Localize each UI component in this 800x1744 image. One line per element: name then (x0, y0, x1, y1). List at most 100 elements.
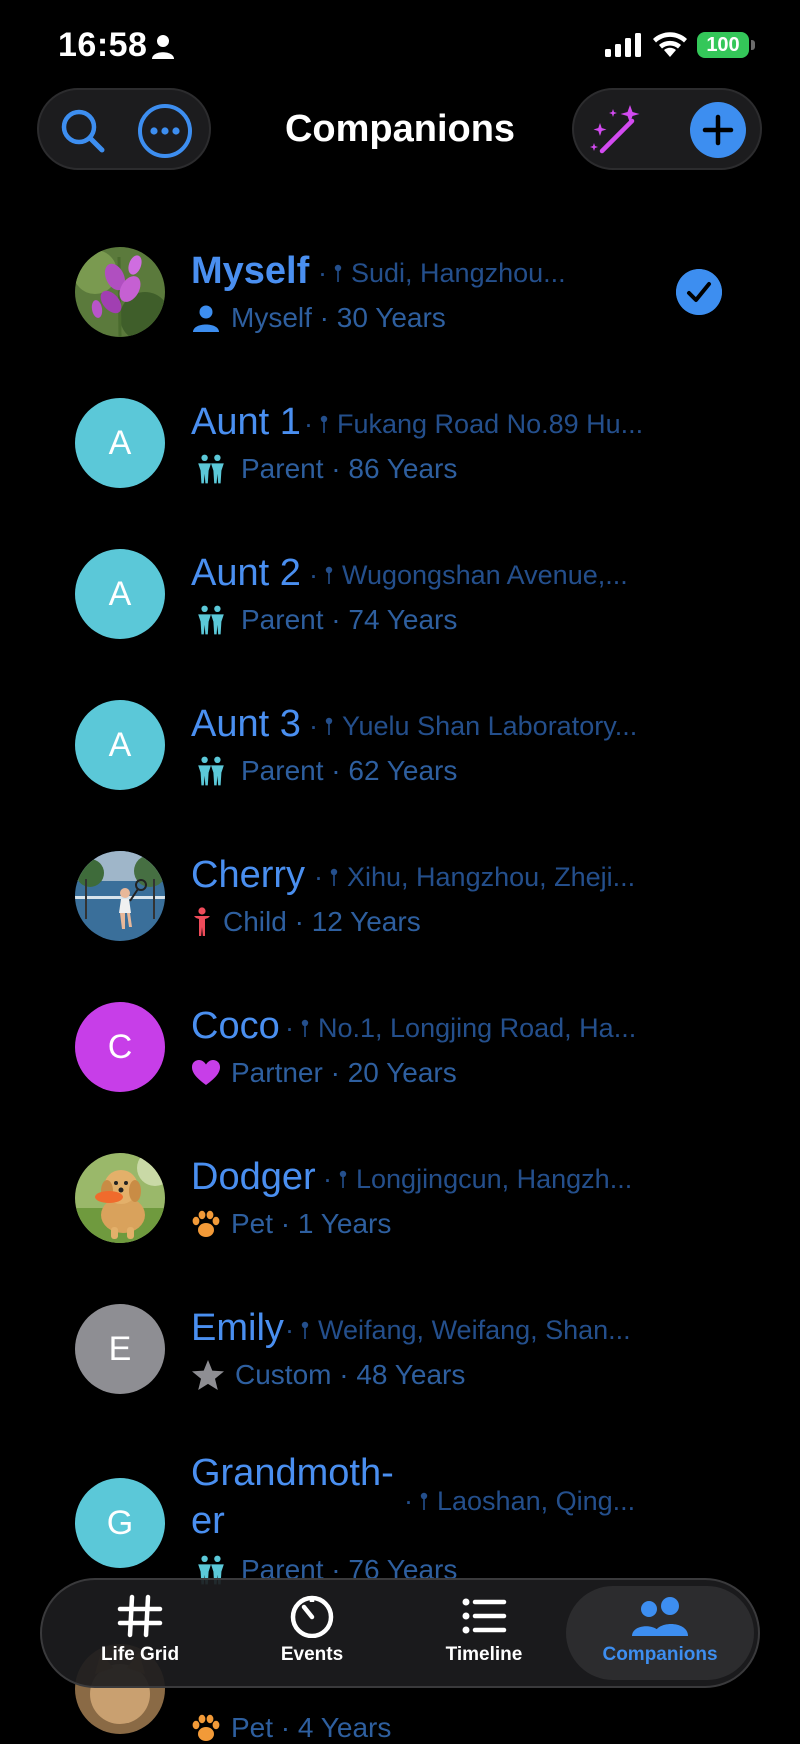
relation-label: Custom (235, 1359, 332, 1390)
avatar-initial: C (75, 1002, 165, 1092)
companion-relation: Pet · 4 Years (191, 1712, 391, 1744)
age-label: 1 Years (297, 1208, 392, 1239)
separator: · (323, 604, 349, 635)
location-text: Laoshan, Qing... (437, 1486, 636, 1516)
tab-timeline[interactable]: Timeline (398, 1586, 570, 1680)
location-text: Weifang, Weifang, Shan... (318, 1315, 631, 1345)
paw-icon (192, 1714, 220, 1741)
companion-row[interactable]: G Grandmoth- er · Laoshan, Qing... Parent… (0, 1424, 800, 1585)
companion-location: · Yuelu Shan Laboratory... (309, 711, 638, 741)
star-icon (192, 1360, 224, 1390)
avatar-initial: A (75, 549, 165, 639)
companion-list: Myself · Sudi, Hangzhou... Myself · 30 Ye… (0, 0, 800, 1743)
companion-location: · Xihu, Hangzhou, Zheji... (314, 862, 636, 892)
tab-life-grid[interactable]: Life Grid (54, 1586, 226, 1680)
companion-location: · Laoshan, Qing... (404, 1486, 636, 1516)
companion-location: · Fukang Road No.89 Hu... (304, 409, 644, 439)
age-label: 62 Years (348, 755, 458, 786)
separator: · (331, 1359, 357, 1390)
companion-name: Coco (191, 1005, 280, 1047)
relation-label: Parent (241, 755, 324, 786)
companion-location: · Weifang, Weifang, Shan... (285, 1315, 631, 1345)
tab-label: Life Grid (100, 1644, 180, 1665)
relation-label: Pet (231, 1208, 274, 1239)
companion-row[interactable]: E Emily · Weifang, Weifang, Shan... Custo… (0, 1273, 800, 1423)
companion-relation: Custom · 48 Years (191, 1359, 465, 1391)
child-icon (194, 907, 210, 936)
avatar-initial: E (75, 1304, 165, 1394)
age-label: 20 Years (347, 1057, 457, 1088)
companion-location: · Sudi, Hangzhou... (318, 258, 566, 288)
companion-relation: Pet · 1 Years (191, 1208, 391, 1240)
location-text: Wugongshan Avenue,... (342, 560, 628, 590)
companion-relation: Parent · 62 Years (191, 755, 457, 787)
location-text: Longjingcun, Hangzh... (356, 1164, 633, 1194)
age-label: 86 Years (348, 453, 458, 484)
pin-icon (300, 1321, 310, 1341)
relation-label: Parent (241, 453, 324, 484)
pin-icon (319, 415, 329, 435)
companion-name: Emily (191, 1307, 284, 1349)
companion-name: Myself (191, 250, 310, 292)
heart-icon (192, 1060, 220, 1085)
parents-icon (191, 604, 231, 636)
companion-row-myself[interactable]: Myself · Sudi, Hangzhou... Myself · 30 Ye… (0, 216, 800, 366)
companion-row[interactable]: Dodger · Longjingcun, Hangzh... Pet · 1 Y… (0, 1122, 800, 1272)
separator: · (322, 1057, 348, 1088)
companion-row[interactable]: C Coco · No.1, Longjing Road, Ha... Partn… (0, 971, 800, 1121)
separator: · (323, 755, 349, 786)
relation-label: Child (223, 906, 287, 937)
relation-label: Partner (231, 1057, 323, 1088)
separator: · (311, 302, 337, 333)
companion-row[interactable]: Cherry · Xihu, Hangzhou, Zheji... Child ·… (0, 820, 800, 970)
companion-row[interactable]: A Aunt 2 · Wugongshan Avenue,... Parent ·… (0, 518, 800, 668)
separator: · (286, 906, 312, 937)
avatar-dog-photo (75, 1153, 165, 1243)
companion-name-line-2: er (191, 1500, 225, 1542)
pin-icon (300, 1019, 310, 1039)
avatar-initial: G (75, 1478, 165, 1568)
companion-relation: Parent · 86 Years (191, 453, 457, 485)
location-text: Yuelu Shan Laboratory... (342, 711, 638, 741)
age-label: 30 Years (336, 302, 446, 333)
pin-icon (324, 566, 334, 586)
tab-events[interactable]: Events (226, 1586, 398, 1680)
tab-label: Events (280, 1644, 344, 1665)
avatar-tennis-photo (75, 851, 165, 941)
age-label: 48 Years (356, 1359, 466, 1390)
list-icon (462, 1598, 507, 1634)
age-label: 74 Years (348, 604, 458, 635)
location-text: Sudi, Hangzhou... (351, 258, 566, 288)
companion-location: · No.1, Longjing Road, Ha... (285, 1013, 637, 1043)
tab-bar: Life Grid Events Timeline Companions (40, 1578, 760, 1688)
separator: · (273, 1712, 298, 1743)
avatar-initial: A (75, 700, 165, 790)
companion-relation: Myself · 30 Years (191, 302, 446, 334)
companion-name: Dodger (191, 1156, 316, 1198)
companion-name: Cherry (191, 854, 306, 896)
avatar-flowers-photo (75, 247, 165, 337)
companion-location: · Longjingcun, Hangzh... (323, 1164, 633, 1194)
pin-icon (324, 717, 334, 737)
grid-icon (117, 1594, 163, 1638)
companion-relation: Partner · 20 Years (191, 1057, 457, 1089)
companion-row[interactable]: A Aunt 1 · Fukang Road No.89 Hu... Parent… (0, 367, 800, 517)
parents-icon (191, 453, 231, 485)
tab-label: Companions (602, 1644, 718, 1665)
companion-relation: Parent · 74 Years (191, 604, 457, 636)
paw-icon (192, 1210, 220, 1237)
age-label: 12 Years (311, 906, 421, 937)
avatar-initial: A (75, 398, 165, 488)
companion-relation: Child · 12 Years (191, 906, 421, 938)
parents-icon (191, 755, 231, 787)
person-icon (193, 305, 219, 332)
pin-icon (329, 868, 339, 888)
companion-name: Aunt 1 (191, 401, 301, 443)
pin-icon (419, 1492, 429, 1512)
companion-row[interactable]: A Aunt 3 · Yuelu Shan Laboratory... Paren… (0, 669, 800, 819)
location-text: No.1, Longjing Road, Ha... (318, 1013, 637, 1043)
pin-icon (333, 264, 343, 284)
tab-label: Timeline (445, 1644, 523, 1665)
tab-companions[interactable]: Companions (566, 1586, 754, 1680)
companion-name: Aunt 3 (191, 703, 301, 745)
